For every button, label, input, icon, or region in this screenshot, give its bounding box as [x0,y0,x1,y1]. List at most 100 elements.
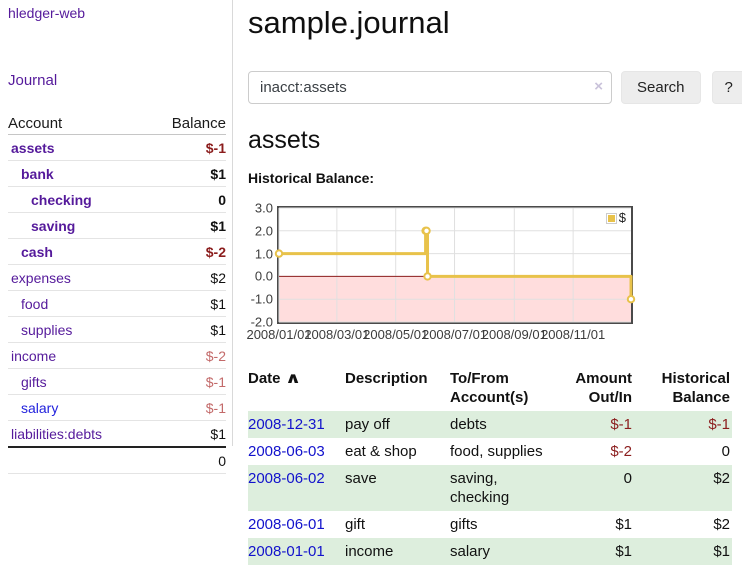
transaction-date-link[interactable]: 2008-06-01 [248,516,325,533]
x-tick-label: 2008/11/01 [541,327,605,342]
account-link-checking[interactable]: checking [8,192,92,208]
search-field-wrap: × [248,71,612,104]
transaction-date-link[interactable]: 2008-01-01 [248,543,325,560]
account-row: income $-2 [8,343,226,369]
transaction-description: income [345,538,450,565]
transaction-accounts: food, supplies [450,438,560,465]
transaction-amount: $-1 [560,411,640,438]
transaction-accounts: gifts [450,511,560,538]
accounts-header-balance: Balance [172,115,226,132]
account-link-cash[interactable]: cash [8,244,53,260]
account-link-supplies[interactable]: supplies [8,322,72,338]
account-row: supplies $1 [8,317,226,343]
data-point-marker[interactable] [628,296,634,302]
x-tick-label: 2008/07/01 [422,327,487,342]
transaction-accounts: debts [450,411,560,438]
account-link-liabilities-debts[interactable]: liabilities:debts [8,426,102,442]
x-tick-label: 2008/03/01 [304,327,369,342]
column-header-description: Description [345,367,450,411]
account-row: liabilities:debts $1 [8,421,226,446]
chart-canvas[interactable] [279,208,631,322]
sidebar-item-journal[interactable]: Journal [8,72,57,89]
x-tick-label: 2008/09/01 [482,327,547,342]
transaction-amount: 0 [560,465,640,511]
account-row: saving $1 [8,213,226,239]
column-header-accounts: To/From Account(s) [450,367,560,411]
transaction-description: save [345,465,450,511]
sidebar-nav: Journal [8,72,226,89]
account-row: cash$-2 [8,239,226,265]
account-row: assets $-1 [8,135,226,161]
accounts-list: assets$-1bank$1checking0saving$1cash$-2e… [8,135,226,446]
account-link-income[interactable]: income [8,348,56,364]
account-balance: $-1 [206,140,226,156]
transaction-balance: 0 [640,438,732,465]
transaction-amount: $1 [560,538,640,565]
column-header-amount: Amount Out/In [560,367,640,411]
transaction-row: 2008-06-01giftgifts$1$2 [248,511,732,538]
y-tick-label: -1.0 [251,292,273,307]
account-link-gifts[interactable]: gifts [8,374,47,390]
y-tick-label: 3.0 [255,201,273,216]
transaction-description: eat & shop [345,438,450,465]
account-link-expenses[interactable]: expenses [8,270,71,286]
transaction-row: 2008-06-02savesaving, checking0$2 [248,465,732,511]
account-link-bank[interactable]: bank [8,166,54,182]
y-tick-label: 1.0 [255,246,273,261]
accounts-header-account: Account [8,115,62,132]
chart-plot-area[interactable]: $ [277,206,633,324]
transaction-balance: $1 [640,538,732,565]
transaction-date-link[interactable]: 2008-12-31 [248,416,325,433]
column-header-balance: Historical Balance [640,367,732,411]
transaction-date-link[interactable]: 2008-06-02 [248,470,325,487]
register-table: Date∧ Description To/From Account(s) Amo… [248,367,732,565]
account-balance: $2 [210,270,226,286]
brand: hledger-web [8,5,226,21]
transaction-row: 2008-06-03eat & shopfood, supplies$-20 [248,438,732,465]
account-balance: $-2 [206,348,226,364]
account-row: checking0 [8,187,226,213]
search-bar: × Search ? [248,71,742,104]
historical-balance-chart: 3.02.01.00.0-1.0-2.0 $ 2008/01/012008/03… [248,206,742,346]
transaction-row: 2008-12-31pay offdebts$-1$-1 [248,411,732,438]
column-header-date[interactable]: Date∧ [248,367,345,411]
transaction-date-link[interactable]: 2008-06-03 [248,443,325,460]
data-point-marker[interactable] [423,228,429,234]
account-link-assets[interactable]: assets [8,140,55,156]
accounts-panel: Account Balance assets$-1bank$1checking0… [8,108,226,474]
x-tick-label: 2008/05/01 [363,327,428,342]
y-tick-label: 0.0 [255,269,273,284]
accounts-total-value: 0 [218,453,226,469]
app-window: hledger-web Journal Account Balance asse… [0,0,742,565]
account-balance: $1 [210,426,226,442]
accounts-header: Account Balance [8,108,226,135]
account-link-saving[interactable]: saving [8,218,75,234]
clear-search-icon[interactable]: × [594,78,603,96]
transaction-row: 2008-01-01incomesalary$1$1 [248,538,732,565]
page-title: sample.journal [248,2,742,44]
account-balance: $1 [210,218,226,234]
account-balance: $1 [210,296,226,312]
account-balance: $-1 [206,400,226,416]
account-link-salary[interactable]: salary [8,400,58,416]
account-row: bank$1 [8,161,226,187]
x-tick-label: 2008/01/01 [246,327,311,342]
chart-y-axis-labels: 3.02.01.00.0-1.0-2.0 [248,208,273,322]
transaction-description: gift [345,511,450,538]
account-row: expenses $2 [8,265,226,291]
account-row: gifts$-1 [8,369,226,395]
chart-label: Historical Balance: [248,170,742,186]
search-button[interactable]: Search [621,71,701,104]
register-header-row: Date∧ Description To/From Account(s) Amo… [248,367,732,411]
account-link-food[interactable]: food [8,296,48,312]
chart-x-axis-labels: 2008/01/012008/03/012008/05/012008/07/01… [279,327,631,343]
search-input[interactable] [248,71,612,104]
brand-link[interactable]: hledger-web [8,5,85,21]
main-content: sample.journal × Search ? assets Histori… [233,0,742,565]
data-point-marker[interactable] [276,250,282,256]
transaction-balance: $-1 [640,411,732,438]
account-balance: $1 [210,322,226,338]
help-button[interactable]: ? [712,71,742,104]
transaction-accounts: saving, checking [450,465,560,511]
data-point-marker[interactable] [424,273,430,279]
